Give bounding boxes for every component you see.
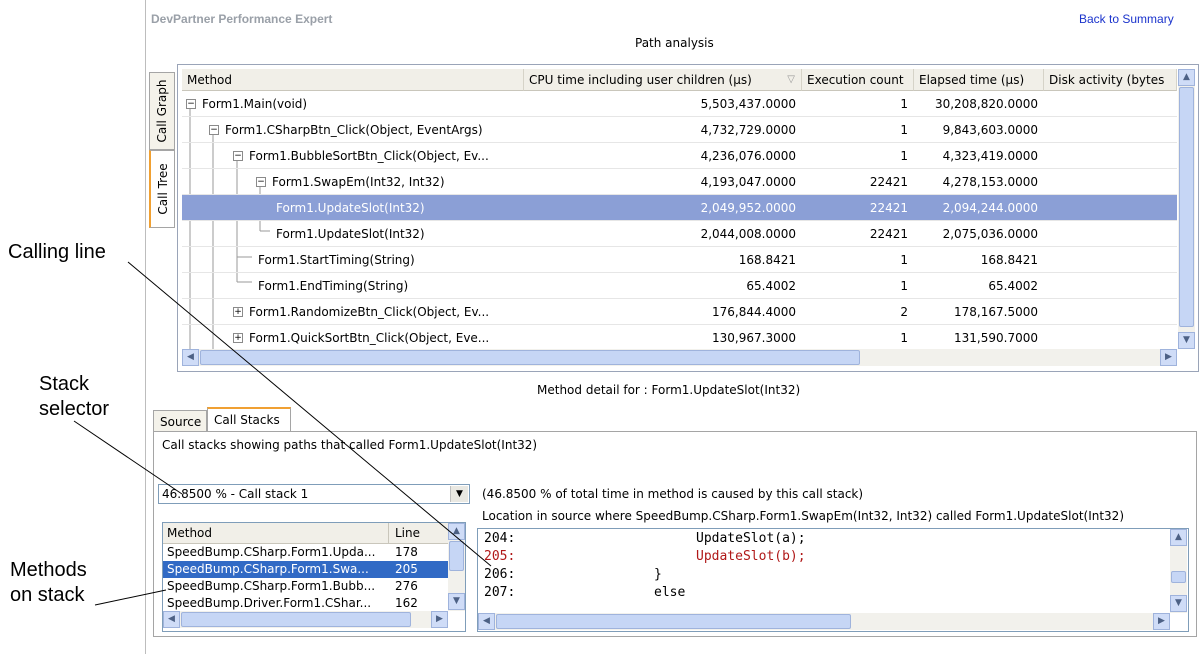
tab-call-stacks[interactable]: Call Stacks [207, 407, 291, 431]
callout-pointer-lines [73, 261, 492, 606]
